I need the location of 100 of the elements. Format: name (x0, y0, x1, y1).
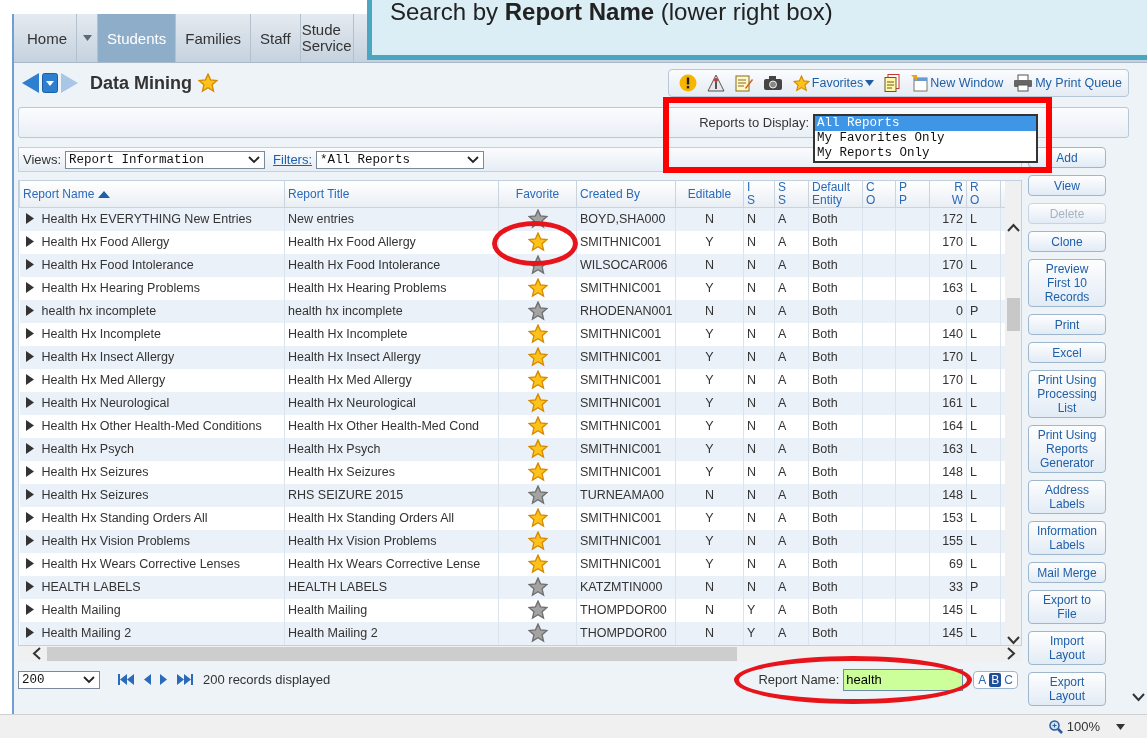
scrollbar-thumb[interactable] (1006, 298, 1020, 331)
star-icon[interactable] (527, 324, 548, 344)
star-icon[interactable] (527, 554, 548, 574)
scrollbar-thumb[interactable] (47, 646, 737, 661)
expand-icon[interactable] (25, 351, 34, 362)
page-size-select[interactable]: 200 (18, 670, 100, 689)
expand-icon[interactable] (25, 581, 34, 592)
favorites-button[interactable]: Favorites (792, 74, 875, 92)
star-icon[interactable] (527, 600, 548, 620)
star-icon[interactable] (527, 347, 548, 367)
action-button[interactable]: Print Using Reports Generator (1028, 425, 1106, 473)
expand-icon[interactable] (25, 374, 34, 385)
vertical-scrollbar[interactable] (1005, 181, 1021, 645)
star-icon[interactable] (527, 393, 548, 413)
alert-icon[interactable] (678, 74, 697, 92)
new-window-button[interactable]: New Window (910, 74, 1004, 92)
expand-icon[interactable] (25, 466, 34, 477)
filters-select[interactable]: *All Reports (316, 150, 485, 169)
action-button[interactable]: Preview First 10 Records (1028, 259, 1106, 307)
star-icon[interactable] (527, 370, 548, 390)
document-icon[interactable] (884, 74, 901, 92)
expand-icon[interactable] (25, 282, 34, 293)
back-icon[interactable] (22, 73, 40, 93)
action-button[interactable]: Clone (1028, 231, 1106, 252)
star-icon[interactable] (527, 531, 548, 551)
next-page-icon[interactable] (160, 674, 168, 685)
last-page-icon[interactable] (177, 674, 193, 685)
nav-tab[interactable]: Stude Service (300, 14, 354, 62)
star-icon[interactable] (527, 416, 548, 436)
letter-button[interactable]: C (1002, 672, 1015, 687)
star-icon[interactable] (527, 623, 548, 643)
star-icon[interactable] (792, 74, 810, 92)
listbox-option[interactable]: All Reports (815, 116, 1036, 131)
triangle-icon[interactable] (706, 74, 725, 92)
action-button[interactable]: Export Layout (1028, 672, 1106, 706)
action-button[interactable]: Export to File (1028, 590, 1106, 624)
zoom-level[interactable]: 100% (1066, 719, 1100, 734)
star-icon[interactable] (527, 577, 548, 597)
scroll-up-icon[interactable] (1006, 223, 1020, 232)
history-icon[interactable] (42, 73, 58, 93)
expand-icon[interactable] (25, 213, 34, 225)
expand-icon[interactable] (25, 489, 34, 500)
filters-link[interactable]: Filters: (273, 152, 313, 167)
star-icon[interactable] (527, 485, 548, 505)
action-button[interactable]: View (1028, 175, 1106, 196)
scroll-left-icon[interactable] (32, 647, 41, 660)
action-button[interactable]: Mail Merge (1028, 562, 1106, 583)
listbox-option[interactable]: My Favorites Only (815, 131, 1036, 146)
star-icon[interactable] (527, 462, 548, 482)
star-icon[interactable] (527, 439, 548, 459)
print-queue-button[interactable]: My Print Queue (1013, 74, 1122, 92)
action-button[interactable]: Print Using Processing List (1028, 370, 1106, 418)
expand-icon[interactable] (25, 627, 34, 638)
expand-icon[interactable] (25, 420, 34, 431)
nav-tab[interactable]: Families (176, 14, 252, 62)
scroll-down-icon[interactable] (1006, 635, 1020, 645)
expand-icon[interactable] (25, 512, 34, 523)
expand-icon[interactable] (25, 305, 34, 316)
expand-icon[interactable] (25, 604, 34, 615)
nav-tab[interactable]: Home (18, 14, 77, 62)
action-button[interactable]: Address Labels (1028, 480, 1106, 514)
zoom-icon[interactable] (1048, 719, 1063, 734)
letter-button[interactable]: A (976, 672, 989, 687)
column-header[interactable]: Report Title (288, 187, 350, 201)
column-header[interactable]: Report Name (23, 187, 95, 201)
search-field[interactable]: health (843, 668, 964, 691)
reports-listbox[interactable]: All Reports My Favorites Only My Reports Only (813, 114, 1038, 163)
action-button[interactable]: Information Labels (1028, 521, 1106, 555)
previous-page-icon[interactable] (143, 674, 151, 685)
table-cell: A (778, 488, 787, 502)
expand-icon[interactable] (25, 236, 34, 247)
table-cell: 172 (942, 212, 963, 227)
expand-icon[interactable] (25, 259, 34, 270)
table-cell: 145 (942, 603, 963, 617)
scroll-down-icon[interactable] (1131, 693, 1145, 702)
expand-icon[interactable] (25, 328, 34, 339)
star-icon[interactable] (198, 73, 218, 93)
action-button[interactable]: Print (1028, 314, 1106, 335)
scroll-right-icon[interactable] (1007, 647, 1016, 660)
table-cell: SMITHNIC001 (580, 281, 662, 295)
expand-icon[interactable] (25, 397, 34, 408)
action-button[interactable]: Import Layout (1028, 631, 1106, 665)
caret-icon[interactable] (1116, 723, 1125, 730)
action-button[interactable]: Excel (1028, 342, 1106, 363)
expand-icon[interactable] (25, 535, 34, 546)
star-icon[interactable] (527, 209, 548, 230)
nav-tab[interactable]: Staff (251, 14, 301, 62)
star-icon[interactable] (527, 301, 548, 321)
table-cell: KATZMTIN000 (580, 580, 663, 594)
views-select[interactable]: Report Information (65, 150, 266, 169)
expand-icon[interactable] (25, 443, 34, 454)
star-icon[interactable] (527, 508, 548, 528)
table-cell: N (747, 557, 757, 571)
star-icon[interactable] (527, 278, 548, 298)
expand-icon[interactable] (25, 558, 34, 569)
camera-icon[interactable] (762, 75, 783, 91)
star-icon[interactable] (527, 232, 548, 252)
first-page-icon[interactable] (118, 674, 134, 685)
letter-button[interactable]: B (989, 672, 1002, 687)
notepad-icon[interactable] (734, 74, 753, 92)
